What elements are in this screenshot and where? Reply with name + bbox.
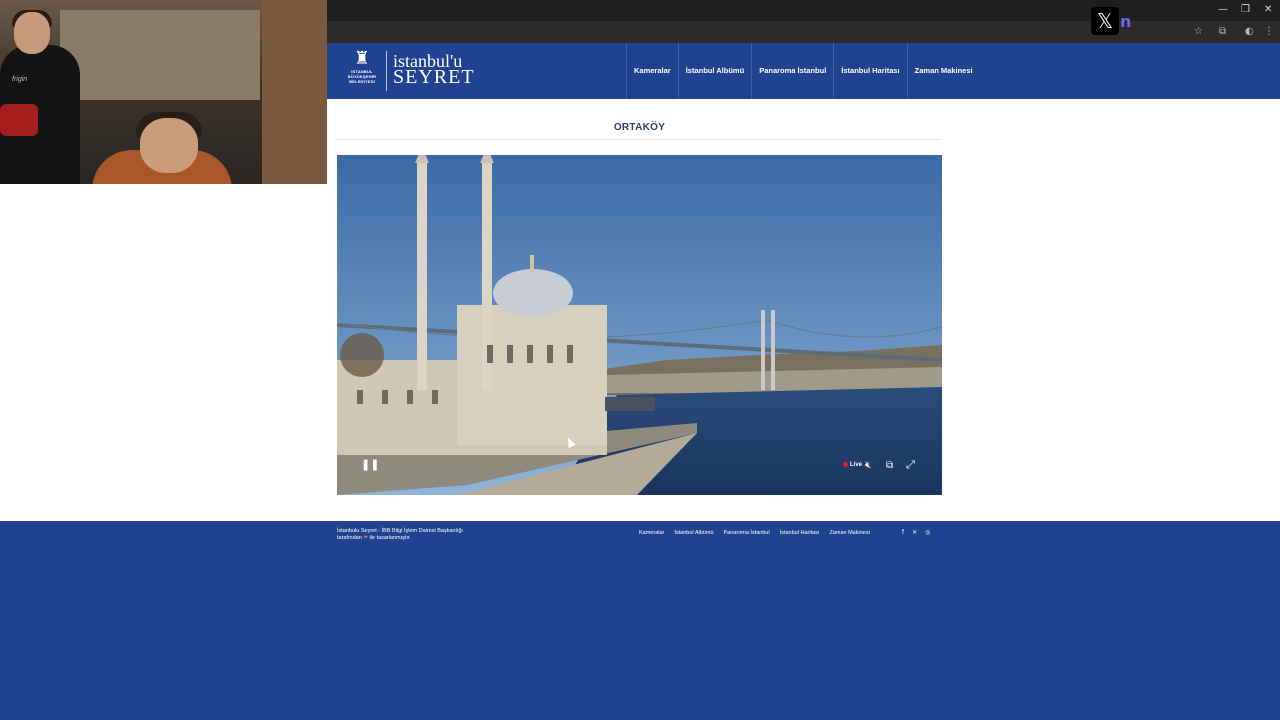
footer-credit-line-2: tarafından ❤ ile tasarlanmıştır.: [337, 535, 477, 542]
footer-credit-pre: tarafından: [337, 535, 362, 541]
facebook-icon[interactable]: f: [902, 529, 904, 536]
webcam-door: [262, 0, 327, 184]
star-icon[interactable]: ☆: [1194, 26, 1203, 38]
title-divider: [337, 139, 942, 140]
footer-nav-zaman-makinesi[interactable]: Zaman Makinesi: [829, 530, 869, 536]
pause-icon[interactable]: ❚❚: [361, 459, 379, 471]
nav-istanbul-albumu[interactable]: İstanbul Albümü: [677, 43, 751, 99]
site-footer: İstanbulu Seyret - İBB Bilgi İşlem Daire…: [0, 521, 1280, 720]
ibb-logo[interactable]: ♜ İSTANBUL BÜYÜKŞEHİR BELEDİYESİ: [341, 49, 383, 93]
main-nav: Kameralar İstanbul Albümü Panaroma İstan…: [626, 43, 980, 99]
footer-social: f ✕ ◎: [902, 529, 930, 536]
picture-in-picture-icon[interactable]: ⧉: [886, 460, 893, 472]
webcam-red-light: [0, 104, 38, 136]
live-camera-video[interactable]: ❚❚ Live 🔇︎ ⧉ ⤢: [337, 155, 942, 495]
minimize-button[interactable]: —: [1218, 4, 1228, 16]
footer-nav-kameralar[interactable]: Kameralar: [639, 530, 664, 536]
x-icon[interactable]: ✕: [912, 529, 917, 536]
webcam-shirt-text: frigin: [12, 76, 28, 83]
footer-credit-line-1: İstanbulu Seyret - İBB Bilgi İşlem Daire…: [337, 528, 463, 534]
webcam-person-head: [14, 12, 50, 54]
footer-credit-post: ile tasarlanmıştır.: [369, 535, 412, 541]
live-dot-icon: [843, 461, 848, 467]
nav-istanbul-haritasi[interactable]: İstanbul Haritası: [833, 43, 906, 99]
site-header: ♜ İSTANBUL BÜYÜKŞEHİR BELEDİYESİ istanbu…: [327, 43, 1280, 99]
logo-line-2: SEYRET: [393, 66, 475, 88]
logo-divider: [386, 51, 387, 91]
ibb-emblem-icon: ♜: [353, 48, 371, 69]
fullscreen-icon[interactable]: ⤢: [906, 459, 915, 471]
nav-panaroma-istanbul[interactable]: Panaroma İstanbul: [751, 43, 833, 99]
live-label: Live: [850, 462, 863, 468]
x-app-icon[interactable]: 𝕏: [1091, 7, 1119, 35]
restore-button[interactable]: ❐: [1241, 4, 1250, 16]
logo-caption-3: BELEDİYESİ: [349, 79, 375, 84]
extensions-icon[interactable]: ⧉: [1219, 26, 1226, 38]
footer-nav-istanbul-albumu[interactable]: İstanbul Albümü: [674, 530, 713, 536]
browser-toolbar: [327, 21, 1280, 43]
n-app-icon[interactable]: n: [1120, 12, 1131, 31]
footer-credit: İstanbulu Seyret - İBB Bilgi İşlem Daire…: [337, 528, 477, 542]
footer-nav: Kameralar İstanbul Albümü Panaroma İstan…: [639, 530, 870, 536]
page-title: ORTAKÖY: [613, 122, 666, 133]
instagram-icon[interactable]: ◎: [925, 529, 930, 536]
mute-icon[interactable]: 🔇︎: [865, 460, 871, 472]
video-frame-scene: [337, 155, 942, 495]
close-button[interactable]: ✕: [1264, 4, 1272, 16]
profile-icon[interactable]: ◐: [1245, 26, 1254, 38]
webcam-person2-head: [140, 118, 198, 173]
menu-icon[interactable]: ⋮: [1264, 26, 1274, 38]
webcam-overlay: frigin: [0, 0, 327, 184]
footer-nav-panaroma-istanbul[interactable]: Panaroma İstanbul: [724, 530, 770, 536]
site-logo-text[interactable]: istanbul'u SEYRET: [393, 52, 475, 88]
browser-titlebar: [327, 0, 1280, 21]
nav-zaman-makinesi[interactable]: Zaman Makinesi: [906, 43, 980, 99]
footer-nav-istanbul-haritasi[interactable]: İstanbul Haritası: [780, 530, 820, 536]
live-badge: Live: [843, 461, 862, 469]
nav-kameralar[interactable]: Kameralar: [626, 43, 678, 99]
heart-icon: ❤: [363, 535, 368, 541]
webcam-background: [60, 10, 260, 100]
